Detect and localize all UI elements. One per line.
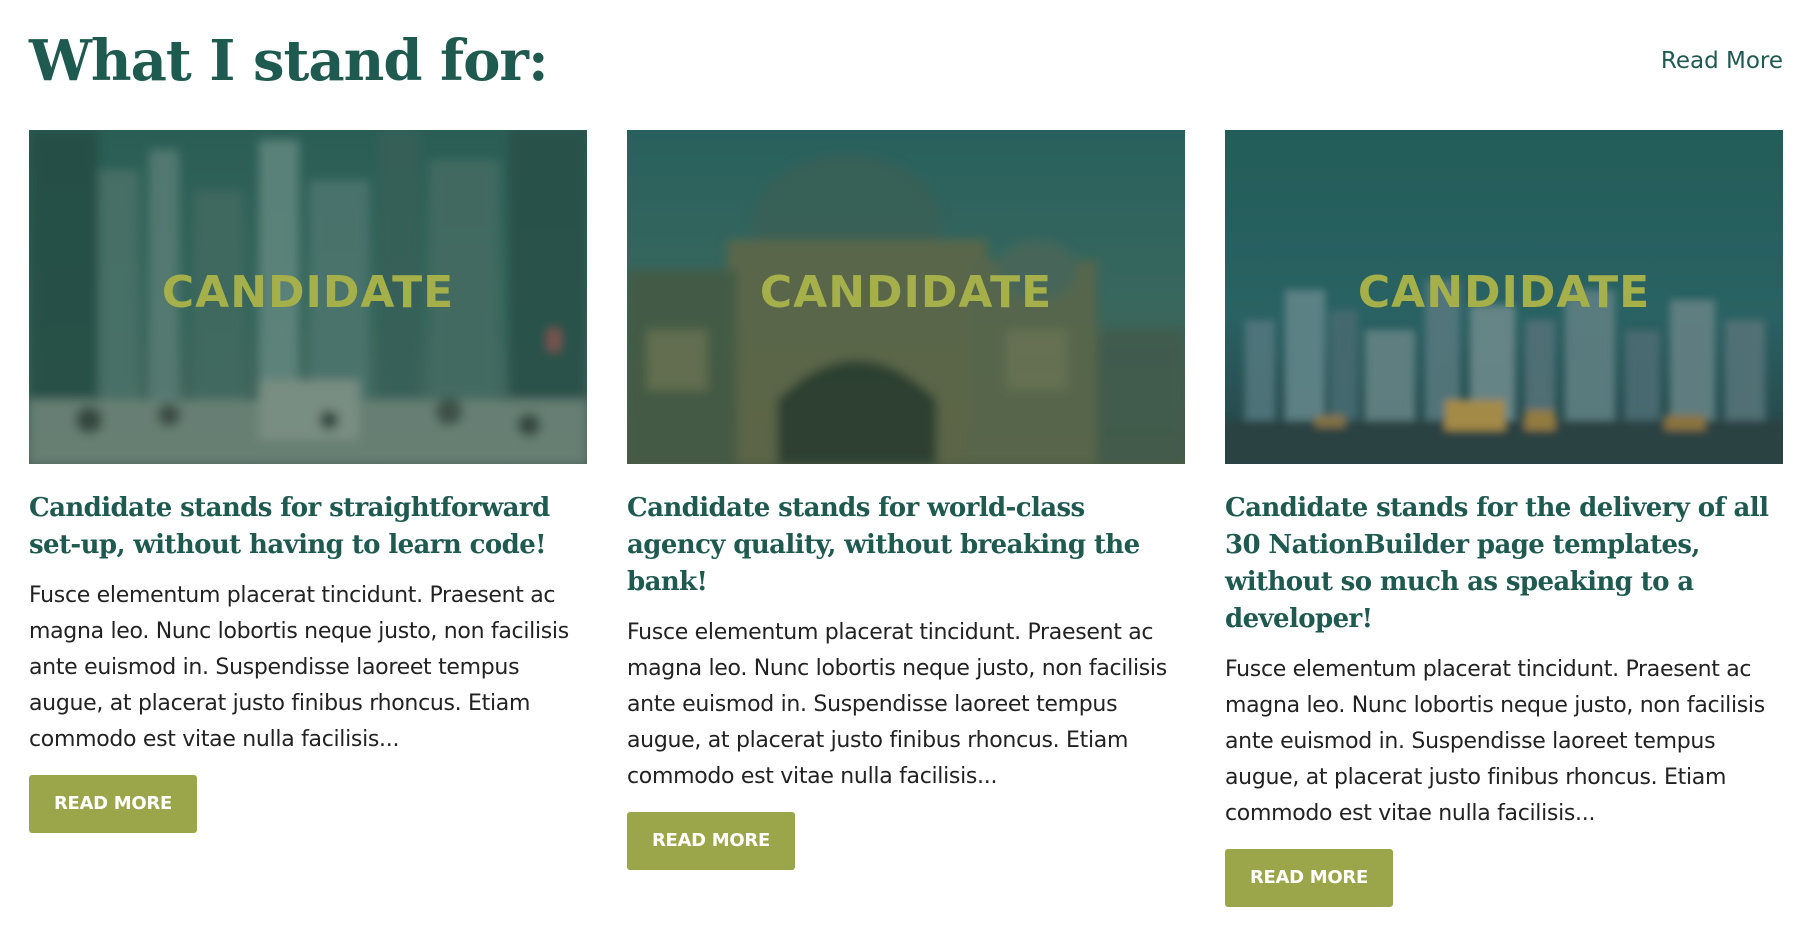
card-2-body: Fusce elementum placerat tincidunt. Prae… <box>627 620 1167 789</box>
card-3: CANDIDATE Candidate stands for the deliv… <box>1225 130 1783 907</box>
section-header: What I stand for: Read More <box>29 26 1783 96</box>
card-3-read-more-button[interactable]: READ MORE <box>1225 849 1393 907</box>
card-2-read-more-button[interactable]: READ MORE <box>627 812 795 870</box>
card-1-title[interactable]: Candidate stands for straightforward set… <box>29 490 587 564</box>
candidate-logo: CANDIDATE <box>1357 267 1651 318</box>
card-2-title[interactable]: Candidate stands for world-class agency … <box>627 490 1185 601</box>
card-3-title[interactable]: Candidate stands for the delivery of all… <box>1225 490 1783 638</box>
card-3-image[interactable]: CANDIDATE <box>1225 130 1783 464</box>
card-1-read-more-button[interactable]: READ MORE <box>29 775 197 833</box>
read-more-link[interactable]: Read More <box>1661 46 1783 76</box>
card-1: CANDIDATE Candidate stands for straightf… <box>29 130 587 833</box>
card-3-body: Fusce elementum placerat tincidunt. Prae… <box>1225 657 1765 826</box>
card-2: CANDIDATE Candidate stands for world-cla… <box>627 130 1185 870</box>
card-1-image[interactable]: CANDIDATE <box>29 130 587 464</box>
candidate-logo: CANDIDATE <box>759 267 1053 318</box>
card-2-image[interactable]: CANDIDATE <box>627 130 1185 464</box>
card-1-body: Fusce elementum placerat tincidunt. Prae… <box>29 583 569 752</box>
candidate-logo: CANDIDATE <box>161 267 455 318</box>
section-title: What I stand for: <box>29 28 549 94</box>
page: What I stand for: Read More CANDIDATE Ca… <box>0 0 1812 932</box>
